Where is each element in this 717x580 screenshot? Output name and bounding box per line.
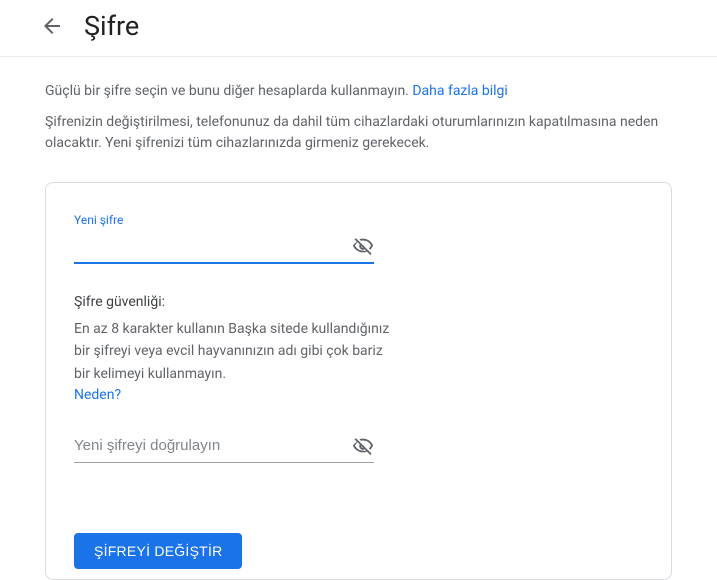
password-card: Yeni şifre Şifre güvenliği: En az 8 kara… [45,182,672,580]
back-arrow-icon[interactable] [40,14,64,38]
change-password-button[interactable]: ŞİFREYİ DEĞİŞTİR [74,533,242,569]
warning-text: Şifrenizin değiştirilmesi, telefonunuz d… [45,112,672,154]
learn-more-link[interactable]: Daha fazla bilgi [412,83,507,99]
strength-title: Şifre güvenliği: [74,294,643,310]
intro-body: Güçlü bir şifre seçin ve bunu diğer hesa… [45,83,412,99]
confirm-password-input[interactable] [74,433,352,458]
content: Güçlü bir şifre seçin ve bunu diğer hesa… [0,57,717,580]
page-header: Şifre [0,0,717,57]
password-strength-section: Şifre güvenliği: En az 8 karakter kullan… [74,294,643,433]
page-title: Şifre [84,10,139,42]
confirm-password-field [74,433,374,463]
strength-body: En az 8 karakter kullanın Başka sitede k… [74,318,394,385]
new-password-label: Yeni şifre [74,213,374,227]
new-password-field: Yeni şifre [74,213,374,264]
visibility-off-icon[interactable] [352,435,374,457]
visibility-off-icon[interactable] [352,235,374,257]
new-password-input[interactable] [74,233,352,258]
why-link[interactable]: Neden? [74,387,121,403]
confirm-password-input-row [74,433,374,463]
new-password-input-row [74,233,374,264]
intro-text: Güçlü bir şifre seçin ve bunu diğer hesa… [45,81,672,102]
